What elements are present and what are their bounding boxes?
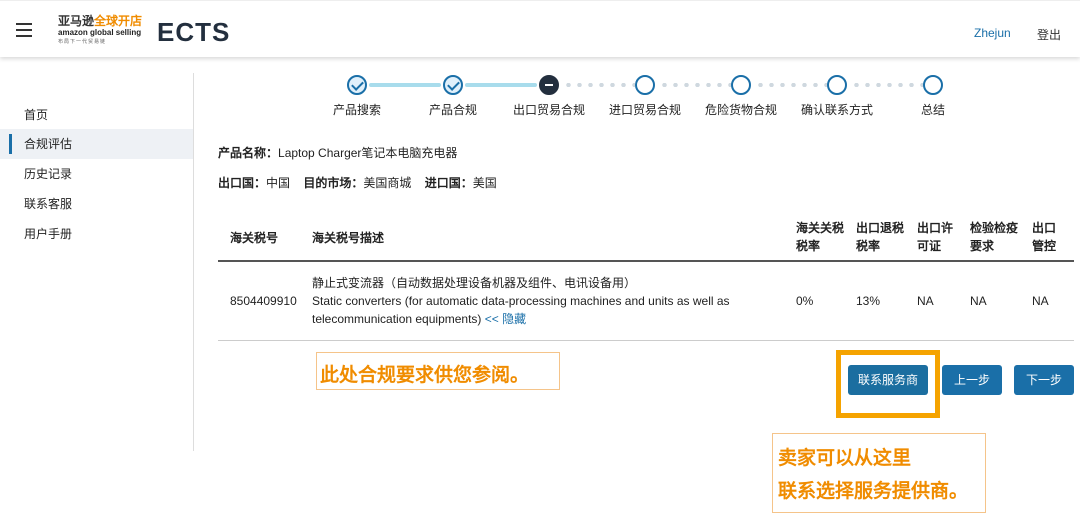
country-line: 出口国：中国 目的市场：美国商城 进口国：美国 <box>218 174 497 191</box>
step-connector <box>465 83 537 87</box>
step-pending-icon <box>731 75 751 95</box>
desc-en-2: telecommunication equipments) <box>312 312 482 326</box>
export-country-value: 中国 <box>266 176 291 190</box>
cell-desc: 静止式变流器（自动数据处理设备机器及组件、电讯设备用） Static conve… <box>312 274 782 328</box>
step-label-export-compliance: 出口贸易合规 <box>512 103 585 117</box>
step-label-import-compliance: 进口贸易合规 <box>608 103 681 117</box>
col-header-control: 出口 管控 <box>1032 221 1057 253</box>
step-connector <box>755 83 827 87</box>
cell-rebate: 13% <box>856 294 881 308</box>
step-label-confirm-contact: 确认联系方式 <box>800 103 873 117</box>
sidebar-item-manual[interactable]: 用户手册 <box>0 219 193 249</box>
step-label-product-compliance: 产品合规 <box>428 103 477 117</box>
import-country-value: 美国 <box>472 176 497 190</box>
step-label-summary: 总结 <box>920 103 945 117</box>
product-name-line: 产品名称：Laptop Charger笔记本电脑充电器 <box>218 144 457 161</box>
col-header-inspection: 检验检疫 要求 <box>970 221 1019 253</box>
product-name-label: 产品名称： <box>218 146 279 160</box>
step-connector <box>851 83 923 87</box>
desc-cn: 静止式变流器（自动数据处理设备机器及组件、电讯设备用） <box>312 276 637 290</box>
step-pending-icon <box>827 75 847 95</box>
desc-en-1: Static converters (for automatic data-pr… <box>312 294 730 308</box>
annotation-note: 此处合规要求供您参阅。 <box>316 352 560 390</box>
step-done-check-icon <box>443 75 463 95</box>
sidebar-item-history[interactable]: 历史记录 <box>0 159 193 189</box>
sidebar-item-compliance[interactable]: 合规评估 <box>0 129 193 159</box>
target-market-value: 美国商城 <box>363 176 412 190</box>
step-label-product-search: 产品搜索 <box>332 103 381 117</box>
cell-tax-rate: 0% <box>796 294 814 308</box>
step-connector <box>659 83 731 87</box>
step-pending-icon <box>635 75 655 95</box>
cell-inspection: NA <box>970 294 987 308</box>
product-name-value: Laptop Charger笔记本电脑充电器 <box>278 146 458 160</box>
previous-step-button[interactable]: 上一步 <box>942 365 1002 395</box>
step-connector <box>563 83 635 87</box>
cell-code: 8504409910 <box>230 294 297 308</box>
contact-provider-button[interactable]: 联系服务商 <box>848 365 928 395</box>
sidebar: 首页 合规评估 历史记录 联系客服 用户手册 <box>0 73 194 451</box>
col-header-tax-rate: 海关关税 税率 <box>796 221 845 253</box>
hide-description-link[interactable]: << 隐藏 <box>485 312 526 326</box>
cell-control: NA <box>1032 294 1049 308</box>
export-country-label: 出口国： <box>218 176 267 190</box>
annotation-line-2: 联系选择服务提供商。 <box>778 481 969 502</box>
step-current-icon <box>539 75 559 95</box>
col-header-rebate: 出口退税 税率 <box>856 221 905 253</box>
target-market-label: 目的市场： <box>303 176 364 190</box>
import-country-label: 进口国： <box>424 176 473 190</box>
col-header-desc: 海关税号描述 <box>312 231 385 245</box>
table-header: 海关税号 海关税号描述 海关关税 税率 出口退税 税率 出口许 可证 检验检疫 要求 出… <box>218 214 1074 262</box>
annotation-line-1: 卖家可以从这里 <box>778 448 912 469</box>
cell-license: NA <box>917 294 934 308</box>
col-header-license: 出口许 可证 <box>917 221 954 253</box>
step-done-check-icon <box>347 75 367 95</box>
step-label-dangerous-goods: 危险货物合规 <box>704 103 777 117</box>
sidebar-item-support[interactable]: 联系客服 <box>0 189 193 219</box>
next-step-button[interactable]: 下一步 <box>1014 365 1074 395</box>
step-connector <box>369 83 441 87</box>
step-pending-icon <box>923 75 943 95</box>
table-row: 8504409910 静止式变流器（自动数据处理设备机器及组件、电讯设备用） S… <box>218 262 1074 341</box>
col-header-code: 海关税号 <box>230 231 279 245</box>
progress-stepper: 产品搜索 产品合规 出口贸易合规 进口贸易合规 危险货物合规 确认联系方式 总结 <box>0 0 1080 120</box>
annotation-note-seller: 卖家可以从这里 联系选择服务提供商。 <box>772 433 986 513</box>
